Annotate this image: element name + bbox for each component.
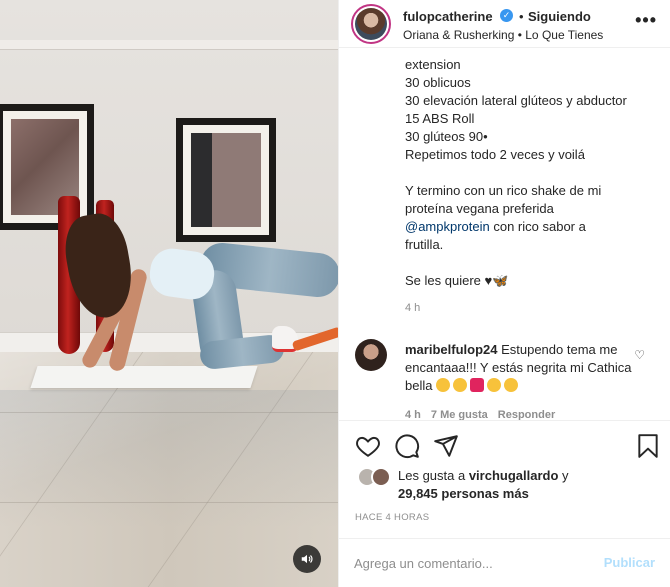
kiss-emoji	[504, 378, 519, 392]
likes-prefix: Les gusta a	[398, 468, 469, 483]
liker-avatar[interactable]	[371, 467, 391, 487]
author-avatar[interactable]	[351, 4, 391, 44]
caption-line: proteína vegana preferida	[405, 201, 554, 216]
comment-icon[interactable]	[394, 433, 420, 459]
post-timestamp[interactable]: HACE 4 HORAS	[355, 512, 429, 523]
likes-conj: y	[558, 468, 569, 483]
comment-text: maribelfulop24 Estupendo tema me encanta…	[405, 341, 637, 395]
star-eyes-emoji	[453, 378, 468, 392]
caption-timestamp[interactable]: 4 h	[405, 302, 420, 314]
bookmark-icon[interactable]	[635, 433, 661, 459]
caption-signoff: Se les quiere	[405, 273, 481, 288]
caption-line: frutilla.	[405, 237, 444, 252]
publish-button[interactable]: Publicar	[604, 555, 655, 570]
comments-area[interactable]: extension 30 oblicuos 30 elevación later…	[339, 48, 670, 420]
smile-emoji	[487, 378, 502, 392]
caption-line: extension	[405, 57, 461, 72]
comment-like-icon[interactable]: ♡	[634, 348, 645, 362]
comment-input[interactable]	[354, 553, 584, 573]
likes-count-link[interactable]: 29,845 personas más	[398, 486, 529, 501]
commenter-avatar[interactable]	[355, 339, 387, 371]
comment-time[interactable]: 4 h	[405, 409, 421, 420]
action-bar	[339, 420, 670, 464]
verified-badge-icon: ✓	[500, 9, 513, 22]
add-comment-bar: Publicar	[339, 538, 670, 587]
author-username[interactable]: fulopcatherine	[403, 9, 493, 24]
red-heart-emoji	[470, 378, 485, 392]
likes-summary: Les gusta a virchugallardo y 29,845 pers…	[339, 464, 670, 508]
star-eyes-emoji	[436, 378, 451, 392]
caption-line: 30 elevación lateral glúteos y abductor	[405, 93, 627, 108]
mention-link[interactable]: @ampkprotein	[405, 219, 490, 234]
wall-painting-right	[176, 118, 276, 242]
caption-line: Y termino con un rico shake de mi	[405, 183, 602, 198]
heart-icon[interactable]	[355, 433, 381, 459]
heart-butterfly-emoji: ♥🦋	[484, 273, 509, 288]
likes-text: Les gusta a virchugallardo y 29,845 pers…	[398, 467, 638, 503]
caption-line: 15 ABS Roll	[405, 111, 475, 126]
post-header: fulopcatherine ✓ • Siguiendo Oriana & Ru…	[339, 0, 670, 48]
header-separator: •	[519, 9, 524, 24]
commenter-username[interactable]: maribelfulop24	[405, 342, 497, 357]
comment-likes[interactable]: 7 Me gusta	[431, 409, 488, 420]
crown-molding	[0, 40, 338, 50]
sound-toggle-button[interactable]	[293, 545, 321, 573]
share-icon[interactable]	[433, 433, 459, 459]
post-caption: extension 30 oblicuos 30 elevación later…	[405, 56, 655, 290]
audio-track-link[interactable]: Oriana & Rusherking • Lo Que Tienes	[403, 28, 603, 42]
speaker-icon	[301, 554, 313, 564]
following-button[interactable]: Siguiendo	[528, 9, 591, 24]
exercise-mat	[30, 366, 258, 388]
post-side-panel: fulopcatherine ✓ • Siguiendo Oriana & Ru…	[338, 0, 670, 587]
caption-line: Repetimos todo 2 veces y voilá	[405, 147, 585, 162]
more-options-button[interactable]: •••	[635, 11, 657, 29]
comment-meta: 4 h 7 Me gusta Responder	[405, 409, 565, 420]
first-liker-link[interactable]: virchugallardo	[469, 468, 559, 483]
floor-reflection	[0, 390, 338, 587]
post-video[interactable]	[0, 0, 338, 587]
caption-line: 30 glúteos 90•	[405, 129, 488, 144]
caption-line: 30 oblicuos	[405, 75, 471, 90]
reply-button[interactable]: Responder	[498, 409, 555, 420]
caption-text: con rico sabor a	[489, 219, 586, 234]
